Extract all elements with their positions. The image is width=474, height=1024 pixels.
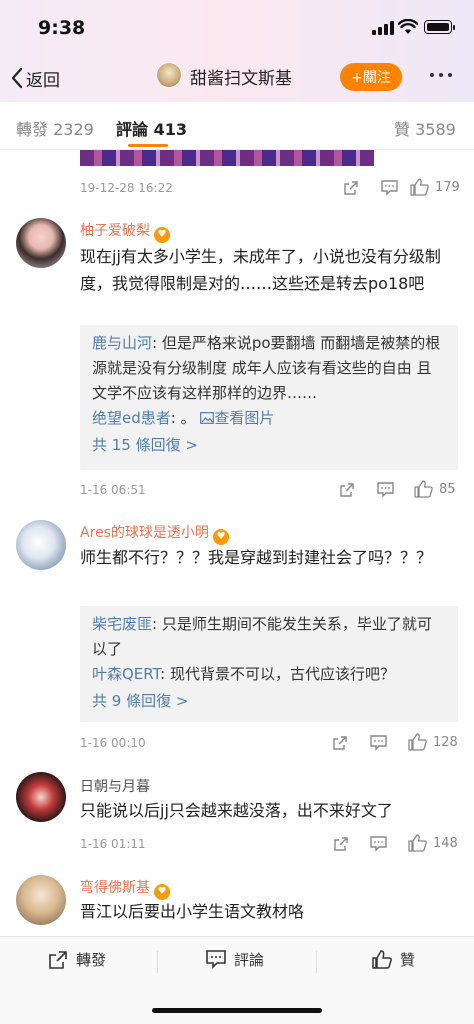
signal-icon [372, 21, 394, 35]
comment-icon[interactable] [381, 180, 398, 196]
vip-badge-icon: ♥ [212, 529, 229, 545]
comment-username[interactable]: 柚子爱破梨 ♥ [80, 220, 170, 243]
share-icon [49, 950, 67, 969]
repost-label: 轉發 [76, 951, 107, 969]
share-icon[interactable] [332, 735, 348, 751]
avatar[interactable] [16, 218, 66, 268]
reply-username[interactable]: 叶森QERT [92, 665, 160, 683]
home-indicator [152, 1008, 322, 1013]
comment-time: 1-16 01:11 [80, 837, 146, 851]
thumb-up-icon [408, 733, 427, 751]
follow-button[interactable]: +關注 [340, 63, 402, 91]
like-button[interactable]: 148 [408, 834, 458, 852]
reply-text: 现代背景不可以，古代应该行吧？ [169, 665, 395, 683]
repost-button[interactable]: 轉發 [48, 949, 106, 970]
tab-comment-count: 413 [153, 120, 187, 139]
reply-item: 叶森QERT: 现代背景不可以，古代应该行吧？ [92, 665, 395, 683]
username-text: 弯得佛斯基 [80, 880, 150, 896]
divider [316, 951, 317, 973]
like-button[interactable]: 85 [414, 480, 456, 498]
more-replies-link[interactable]: 共 15 條回復 > [92, 433, 446, 458]
tab-like[interactable]: 贊 3589 [394, 116, 456, 140]
status-time: 9:38 [38, 17, 86, 39]
active-tab-indicator [128, 144, 168, 147]
avatar[interactable] [16, 875, 66, 925]
tab-like-label: 贊 [394, 120, 411, 139]
reply-username[interactable]: 绝望ed患者 [92, 409, 171, 427]
more-options-icon[interactable] [430, 73, 452, 77]
wifi-icon [398, 19, 418, 34]
comment-text: 师生都不行？？？我是穿越到封建社会了吗？？？ [80, 548, 433, 567]
like-count: 179 [435, 179, 460, 195]
comment-time: 1-16 00:10 [80, 736, 146, 750]
like-button[interactable]: 179 [410, 178, 460, 196]
comment-label: 評論 [234, 951, 265, 969]
tab-comment-label: 評論 [116, 120, 149, 139]
reply-box[interactable]: 柴宅废匪: 只是师生期间不能发生关系，毕业了就可以了 叶森QERT: 现代背景不… [80, 606, 458, 722]
reply-item: 柴宅废匪: 只是师生期间不能发生关系，毕业了就可以了 [92, 615, 432, 658]
view-image-label: 查看图片 [214, 409, 275, 427]
image-icon [200, 412, 215, 424]
like-label: 贊 [400, 951, 416, 969]
comment-button[interactable]: 評論 [206, 949, 264, 970]
comment-text: 晋江以后要出小学生语文教材咯 [80, 902, 305, 921]
tab-bar: 轉發 2329 評論 413 贊 3589 [0, 102, 474, 150]
nav-bar: 返回 甜酱扫文斯基 +關注 [0, 56, 474, 100]
reply-box[interactable]: 鹿与山河: 但是严格来说po要翻墙 而翻墙是被禁的根源就是没有分级制度 成年人应… [80, 325, 458, 470]
like-count: 148 [433, 835, 458, 851]
tab-repost[interactable]: 轉發 2329 [16, 116, 94, 140]
status-bar: 9:38 [0, 0, 474, 56]
reply-username[interactable]: 柴宅废匪 [92, 615, 152, 633]
comment-icon [206, 950, 226, 969]
like-bottom-button[interactable]: 贊 [372, 949, 415, 970]
comment-text: 现在jj有太多小学生，未成年了，小说也没有分级制度，我觉得限制是对的……这些还是… [80, 247, 441, 293]
username-text: Ares的球球是透小明 [80, 525, 209, 541]
reply-item: 鹿与山河: 但是严格来说po要翻墙 而翻墙是被禁的根源就是没有分级制度 成年人应… [92, 334, 441, 402]
comment-icon[interactable] [370, 735, 387, 751]
comment-time: 19-12-28 16:22 [80, 181, 173, 195]
tab-comment[interactable]: 評論 413 [116, 116, 187, 140]
like-count: 128 [433, 734, 458, 750]
chevron-left-icon [11, 67, 23, 89]
comment-username[interactable]: Ares的球球是透小明 ♥ [80, 522, 229, 545]
thumb-up-icon [414, 480, 433, 498]
divider [157, 951, 158, 973]
comment-time: 1-16 06:51 [80, 483, 146, 497]
thumb-up-icon [372, 950, 392, 969]
comment-icon[interactable] [377, 482, 394, 498]
comment-username[interactable]: 弯得佛斯基 ♥ [80, 877, 170, 900]
view-image-link[interactable]: 查看图片 [200, 409, 274, 427]
more-replies-link[interactable]: 共 9 條回復 > [92, 689, 446, 714]
comment-icon[interactable] [370, 836, 387, 852]
reply-username[interactable]: 鹿与山河 [92, 334, 152, 352]
username-text: 柚子爱破梨 [80, 223, 150, 239]
thumb-up-icon [408, 834, 427, 852]
share-icon[interactable] [339, 482, 355, 498]
share-icon[interactable] [343, 180, 359, 196]
author-avatar[interactable] [156, 62, 182, 88]
share-icon[interactable] [333, 836, 349, 852]
page-title[interactable]: 甜酱扫文斯基 [190, 64, 292, 89]
tab-like-count: 3589 [415, 120, 456, 139]
back-button[interactable]: 返回 [10, 64, 60, 92]
comment-username[interactable]: 日朝与月暮 [80, 776, 150, 796]
back-label: 返回 [26, 70, 60, 91]
comment-text: 只能说以后jj只会越来越没落，出不来好文了 [80, 801, 393, 820]
reply-item: 绝望ed患者: 。 查看图片 [92, 409, 275, 427]
like-count: 85 [439, 481, 456, 497]
battery-icon [424, 20, 455, 34]
tab-repost-label: 轉發 [16, 120, 49, 139]
thumb-up-icon [410, 178, 429, 196]
comment-image[interactable] [80, 150, 374, 166]
tab-repost-count: 2329 [53, 120, 94, 139]
avatar[interactable] [16, 772, 66, 822]
avatar[interactable] [16, 520, 66, 570]
reply-text: 。 [180, 409, 196, 427]
vip-badge-icon: ♥ [154, 227, 170, 243]
like-button[interactable]: 128 [408, 733, 458, 751]
